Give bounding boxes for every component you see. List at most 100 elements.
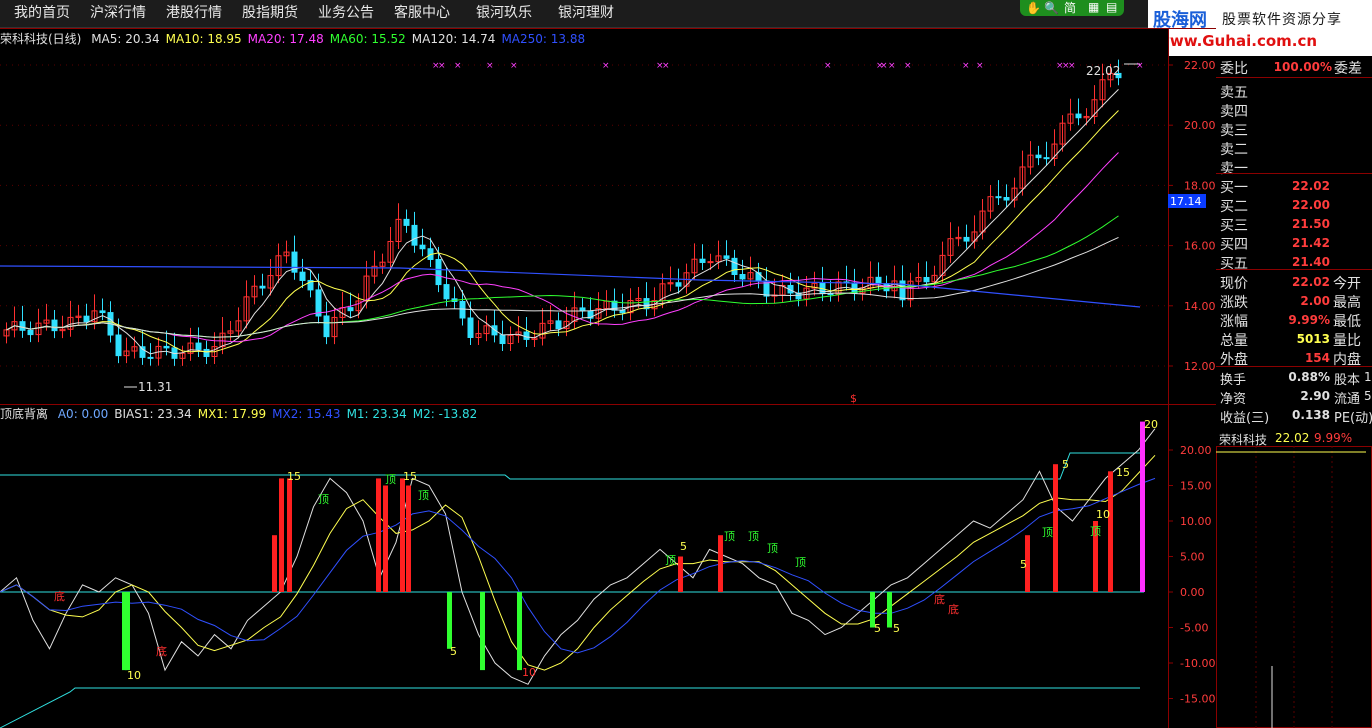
candle-body <box>299 271 306 281</box>
signal-x-marker: × <box>962 61 970 71</box>
indicator-signal-label: 底 <box>948 602 959 616</box>
grid-icon[interactable]: ▦ <box>1088 0 1099 15</box>
signal-bar <box>447 592 452 649</box>
indicator-signal-label: 10 <box>1096 508 1110 521</box>
stat2-label: 换手 <box>1220 373 1247 388</box>
signal-x-marker: × <box>454 61 462 71</box>
bid-level-price: 22.00 <box>1292 198 1330 212</box>
stat-value: 9.99% <box>1288 313 1330 327</box>
signal-bar <box>1108 471 1113 592</box>
indicator-signal-label: 5 <box>1020 558 1027 571</box>
simplified-toggle[interactable]: 简 <box>1064 0 1076 16</box>
menu-icon[interactable]: ▤ <box>1106 0 1117 15</box>
ma-legend-item: MA120: 14.74 <box>411 32 496 46</box>
indicator-signal-label: 5 <box>450 645 457 658</box>
indicator-tick-label: 20.00 <box>1180 444 1212 457</box>
indicator-signal-label: 5 <box>874 622 881 635</box>
candle-body <box>723 255 730 259</box>
signal-x-marker: × <box>880 61 888 71</box>
indicator-signal-label: 20 <box>1144 418 1158 431</box>
signal-bar <box>480 592 485 671</box>
signal-bar <box>718 535 723 592</box>
indicator-signal-label: 顶 <box>767 542 778 555</box>
mini-pct: 9.99% <box>1314 431 1353 445</box>
candle-body <box>459 300 466 319</box>
indicator-tick-label: 0.00 <box>1180 586 1205 599</box>
indicator-tick-label: -15.00 <box>1180 693 1215 706</box>
indicator-signal-label: 5 <box>680 540 687 553</box>
indicator-signal-label: 5 <box>1062 458 1069 471</box>
bid-level-label: 买三 <box>1220 218 1248 234</box>
toolbar-pill[interactable]: ✋ 🔍 简 ▦ ▤ <box>1020 0 1124 16</box>
candle-body <box>995 196 1002 199</box>
top-menu-bar: 我的首页 沪深行情 港股行情 股指期货 业务公告 客服中心 银河玖乐 银河理财 … <box>0 0 1148 28</box>
indicator-signal-label: 顶 <box>385 473 396 486</box>
low-price-label: 11.31 <box>138 380 172 394</box>
stat2-label: 收益(三) <box>1220 411 1270 426</box>
indicator-legend-item: A0: 0.00 <box>57 407 109 421</box>
menu-item-yinhe-finance[interactable]: 银河理财 <box>558 0 614 27</box>
stock-title: 荣科科技(日线) <box>0 32 82 46</box>
indicator-signal-label: 顶 <box>1042 526 1053 539</box>
candle-body <box>419 244 426 250</box>
candle-body <box>115 334 122 357</box>
indicator-tick-label: 15.00 <box>1180 480 1212 493</box>
indicator-legend-item: BIAS1: 23.34 <box>114 407 192 421</box>
candle-body <box>875 276 882 285</box>
indicator-signal-label: 顶 <box>318 493 329 506</box>
menu-item-home[interactable]: 我的首页 <box>14 0 70 27</box>
indicator-signal-label: 底 <box>934 592 945 606</box>
indicator-signal-label: 15 <box>403 470 417 483</box>
stat-label: 总量 <box>1220 333 1248 349</box>
bid-level-label: 买四 <box>1220 237 1248 253</box>
ratio-value: 100.00% <box>1273 60 1332 74</box>
price-tag: 17.14 <box>1170 195 1202 208</box>
indicator-title: 顶底背离 <box>0 407 49 421</box>
menu-item-futures[interactable]: 股指期货 <box>242 0 298 27</box>
signal-x-marker: × <box>438 61 446 71</box>
candle-body <box>435 258 442 286</box>
stat-label2: 量比 <box>1333 333 1361 349</box>
candle-body <box>147 356 154 359</box>
chart-canvas[interactable]: 22.0211.31$×× × × × × ×× × ×× × × × × ××× × 1015顶顶 15顶… <box>0 28 1216 728</box>
candle-body <box>699 258 706 263</box>
signal-bar <box>678 556 683 592</box>
price-tick-label: 20.00 <box>1184 119 1216 132</box>
ask-level-label: 卖二 <box>1220 142 1248 158</box>
stat2-value: 0.138 <box>1292 408 1330 422</box>
signal-x-marker: × <box>824 61 832 71</box>
bid-level-price: 21.50 <box>1292 217 1330 231</box>
indicator-header: 顶底背离 A0: 0.00 BIAS1: 23.34 MX1: 17.99 MX2: … <box>0 405 477 422</box>
signal-x-marker: × <box>510 61 518 71</box>
ask-level-label: 卖一 <box>1220 161 1248 177</box>
candle-body <box>259 285 266 289</box>
menu-item-hk[interactable]: 港股行情 <box>166 0 222 27</box>
stat-value: 2.00 <box>1300 294 1330 308</box>
mini-quote: 荣科科技 22.02 9.99% <box>1216 428 1372 448</box>
indicator-signal-label: 15 <box>1116 466 1130 479</box>
signal-x-marker: × <box>1068 61 1076 71</box>
hand-icon[interactable]: ✋ <box>1026 0 1041 16</box>
quote-panel: 委比 100.00% 委差 卖五 卖四 卖三 卖二 卖一 买一 22.02 买二 22.00 买… <box>1216 56 1372 428</box>
ma-legend-item: MA250: 13.88 <box>501 32 586 46</box>
ask-level-label: 卖三 <box>1220 123 1248 139</box>
candle-body <box>323 315 330 338</box>
indicator-signal-label: 顶 <box>748 530 759 543</box>
search-icon[interactable]: 🔍 <box>1044 0 1059 16</box>
menu-item-yinhe-joy[interactable]: 银河玖乐 <box>476 0 532 27</box>
candle-body <box>555 320 562 330</box>
indicator-signal-label: 顶 <box>418 489 429 502</box>
candle-body <box>163 345 170 349</box>
menu-item-service[interactable]: 客服中心 <box>394 0 450 27</box>
indicator-signal-label: 顶 <box>724 530 735 543</box>
menu-item-shenzhen-shanghai[interactable]: 沪深行情 <box>90 0 146 27</box>
menu-item-notice[interactable]: 业务公告 <box>318 0 374 27</box>
indicator-signal-label: 顶 <box>1090 525 1101 538</box>
signal-x-marker: × <box>486 61 494 71</box>
stat-value: 5013 <box>1296 332 1330 346</box>
candle-body <box>467 317 474 338</box>
candle-body <box>83 315 90 323</box>
signal-bar <box>1053 464 1058 592</box>
signal-x-marker: × <box>888 61 896 71</box>
indicator-signal-label: 5 <box>893 622 900 635</box>
